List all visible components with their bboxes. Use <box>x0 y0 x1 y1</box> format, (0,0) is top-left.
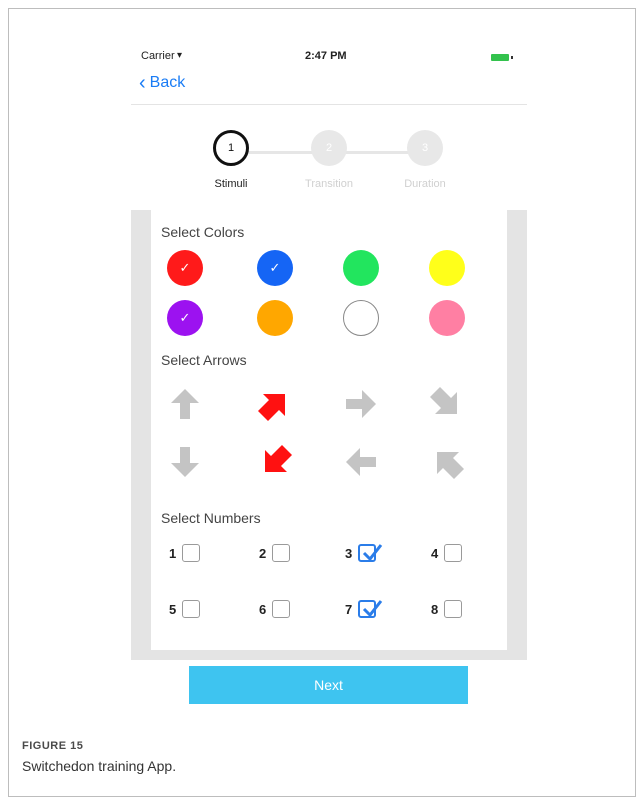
color-swatch[interactable]: ✓ <box>167 300 203 336</box>
next-button[interactable]: Next <box>189 666 468 704</box>
number-label: 8 <box>431 601 439 617</box>
nav-divider <box>131 104 527 105</box>
number-label: 6 <box>259 601 267 617</box>
color-swatch[interactable] <box>429 250 465 286</box>
number-option[interactable]: 5 <box>169 600 201 618</box>
number-option[interactable]: 1 <box>169 544 201 562</box>
checkbox-empty-icon[interactable] <box>272 544 291 562</box>
number-option[interactable]: 3 <box>345 544 383 562</box>
arrow-left-icon[interactable] <box>343 444 379 480</box>
back-label: Back <box>149 74 186 91</box>
step-3-indicator[interactable]: 3 <box>407 130 443 166</box>
number-option[interactable]: 7 <box>345 600 383 618</box>
chevron-left-icon: ‹ <box>139 72 146 94</box>
status-bar: Carrier ▾ 2:47 PM <box>131 50 527 66</box>
arrow-down-left-icon[interactable] <box>257 444 293 480</box>
step-number: 3 <box>421 142 429 154</box>
number-option[interactable]: 2 <box>259 544 291 562</box>
wifi-icon: ▾ <box>177 50 183 61</box>
checkbox-empty-icon[interactable] <box>444 600 463 618</box>
figure-label: FIGURE 15 <box>22 740 84 752</box>
checkbox-checked-icon[interactable] <box>358 600 383 618</box>
color-swatch[interactable] <box>343 300 379 336</box>
phone-screen: Carrier ▾ 2:47 PM ‹ Back 1 2 3 Stimuli T… <box>131 40 527 710</box>
color-swatch[interactable]: ✓ <box>167 250 203 286</box>
battery-icon <box>491 54 509 61</box>
step-3-label: Duration <box>404 178 446 190</box>
battery-tip <box>511 56 513 59</box>
checkmark-icon: ✓ <box>179 310 191 325</box>
carrier-label: Carrier <box>141 50 175 62</box>
select-arrows-title: Select Arrows <box>161 352 247 368</box>
number-option[interactable]: 4 <box>431 544 463 562</box>
next-button-label: Next <box>314 677 343 693</box>
checkbox-empty-icon[interactable] <box>272 600 291 618</box>
back-button[interactable]: ‹ Back <box>139 72 186 94</box>
checkbox-empty-icon[interactable] <box>182 544 201 562</box>
selection-panel: Select Colors ✓ ✓ ✓ Select Arrows Select N… <box>151 210 507 650</box>
number-label: 7 <box>345 601 353 617</box>
arrow-up-right-icon[interactable] <box>257 386 293 422</box>
color-swatch[interactable]: ✓ <box>257 250 293 286</box>
number-label: 3 <box>345 545 353 561</box>
arrow-down-right-icon[interactable] <box>429 386 465 422</box>
checkbox-empty-icon[interactable] <box>444 544 463 562</box>
checkmark-icon: ✓ <box>179 260 191 275</box>
arrow-up-icon[interactable] <box>167 386 203 422</box>
step-2-indicator[interactable]: 2 <box>311 130 347 166</box>
arrow-down-icon[interactable] <box>167 444 203 480</box>
checkmark-icon: ✓ <box>269 260 281 275</box>
number-label: 1 <box>169 545 177 561</box>
arrow-up-left-icon[interactable] <box>429 444 465 480</box>
number-label: 5 <box>169 601 177 617</box>
checkbox-checked-icon[interactable] <box>358 544 383 562</box>
step-2-label: Transition <box>305 178 353 190</box>
number-option[interactable]: 6 <box>259 600 291 618</box>
number-label: 4 <box>431 545 439 561</box>
select-numbers-title: Select Numbers <box>161 510 261 526</box>
step-1-indicator[interactable]: 1 <box>213 130 249 166</box>
color-swatch[interactable] <box>429 300 465 336</box>
number-option[interactable]: 8 <box>431 600 463 618</box>
color-swatch[interactable] <box>257 300 293 336</box>
select-colors-title: Select Colors <box>161 224 245 240</box>
status-time: 2:47 PM <box>305 50 347 62</box>
arrow-right-icon[interactable] <box>343 386 379 422</box>
step-1-label: Stimuli <box>214 178 248 190</box>
figure-caption: Switchedon training App. <box>22 758 177 774</box>
step-number: 1 <box>227 142 235 154</box>
step-number: 2 <box>325 142 333 154</box>
checkbox-empty-icon[interactable] <box>182 600 201 618</box>
number-label: 2 <box>259 545 267 561</box>
color-swatch[interactable] <box>343 250 379 286</box>
